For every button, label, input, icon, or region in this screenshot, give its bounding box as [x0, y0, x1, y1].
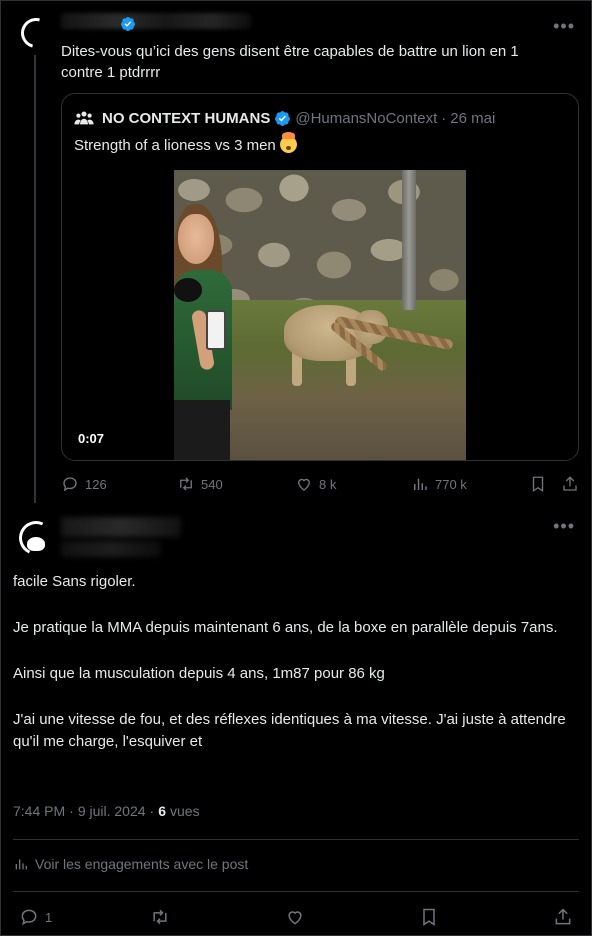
video-player[interactable]: 0:07 [62, 170, 578, 460]
verified-icon [275, 110, 291, 126]
tweet-thread: ••• Dites-vous qu’ici des gens disent êt… [0, 0, 592, 936]
microphone [174, 278, 202, 302]
reply-icon [21, 909, 37, 926]
bookmark-icon [423, 908, 435, 926]
quoted-display-name[interactable]: NO CONTEXT HUMANS [102, 110, 270, 127]
reply-button[interactable]: 1 [19, 907, 52, 927]
blurred-handle [61, 541, 161, 557]
tweet-meta: 7:44 PM · 9 juil. 2024 · 6 vues [13, 803, 200, 819]
engagements-label: Voir les engagements avec le post [35, 856, 249, 872]
like-icon [298, 478, 310, 491]
view-engagements-link[interactable]: Voir les engagements avec le post [13, 856, 248, 872]
avatar[interactable] [13, 515, 55, 557]
separator-dot: · [149, 803, 155, 819]
repost-button[interactable]: 540 [177, 475, 223, 493]
quoted-tweet-card[interactable]: NO CONTEXT HUMANS @HumansNoContext · 26 … [61, 93, 579, 461]
divider [13, 891, 579, 892]
blurred-username [61, 13, 251, 29]
like-button[interactable]: 8 k [295, 475, 336, 493]
woman-face [178, 214, 214, 264]
woman-shorts [174, 400, 230, 460]
analytics-icon [15, 859, 27, 870]
more-icon[interactable]: ••• [553, 517, 575, 535]
tweet-date[interactable]: 9 juil. 2024 [78, 803, 146, 819]
repost-icon [180, 477, 192, 491]
share-button[interactable] [561, 475, 579, 493]
avatar[interactable] [13, 13, 55, 55]
verified-icon [121, 17, 135, 31]
pole [402, 170, 416, 310]
bookmark-icon [532, 476, 544, 493]
tweet-paragraph: facile Sans rigoler. [13, 573, 136, 590]
thread-connector [34, 53, 36, 503]
avatar-shape [27, 537, 45, 551]
more-icon[interactable]: ••• [553, 17, 575, 35]
like-count: 8 k [319, 476, 337, 492]
blurred-display-name [61, 517, 181, 537]
views-count: 6 [158, 803, 166, 819]
separator-dot: · [441, 109, 447, 127]
bookmark-button[interactable] [529, 475, 547, 493]
tweet-paragraph: Ainsi que la musculation depuis 4 ans, 1… [13, 665, 385, 682]
quoted-tweet-header: NO CONTEXT HUMANS @HumansNoContext · 26 … [74, 108, 495, 128]
quoted-tweet-text: Strength of a lioness vs 3 men [74, 132, 297, 154]
share-icon [555, 908, 571, 925]
repost-icon [153, 909, 167, 925]
views-button[interactable]: 770 k [411, 475, 467, 493]
like-icon [288, 911, 302, 925]
views-count: 770 k [435, 476, 467, 492]
reply-count: 126 [85, 476, 107, 492]
main-action-bar: 1 [13, 905, 583, 929]
quoted-handle[interactable]: @HumansNoContext [295, 110, 437, 127]
video-frame [174, 170, 466, 460]
like-button[interactable] [285, 907, 305, 927]
tweet-time[interactable]: 7:44 PM [13, 803, 65, 819]
main-tweet-text: facile Sans rigoler. Je pratique la MMA … [13, 571, 583, 777]
tweet-paragraph: Je pratique la MMA depuis maintenant 6 a… [13, 619, 558, 636]
bookmark-button[interactable] [419, 907, 439, 927]
parent-action-bar: 126 540 8 k 770 k [61, 473, 581, 495]
repost-button[interactable] [150, 907, 170, 927]
quoted-date[interactable]: 26 mai [450, 110, 495, 127]
reply-count: 1 [45, 909, 53, 925]
parent-tweet-text: Dites-vous qu’ici des gens disent être c… [61, 43, 519, 81]
quoted-text: Strength of a lioness vs 3 men [74, 137, 276, 154]
divider [13, 839, 579, 840]
reply-icon [63, 477, 77, 492]
views-icon [414, 478, 427, 490]
video-timecode: 0:07 [78, 431, 105, 446]
tweet-paragraph: J'ai une vitesse de fou, et des réflexes… [13, 711, 566, 750]
share-button[interactable] [553, 907, 573, 927]
repost-count: 540 [201, 476, 223, 492]
humans-logo-icon [74, 111, 94, 125]
views-label: vues [170, 803, 200, 819]
phone [206, 310, 226, 350]
reply-button[interactable]: 126 [61, 475, 107, 493]
avatar-ring [15, 13, 55, 54]
separator-dot: · [69, 803, 74, 819]
share-icon [563, 476, 577, 491]
exploding-head-emoji-icon [279, 132, 297, 153]
